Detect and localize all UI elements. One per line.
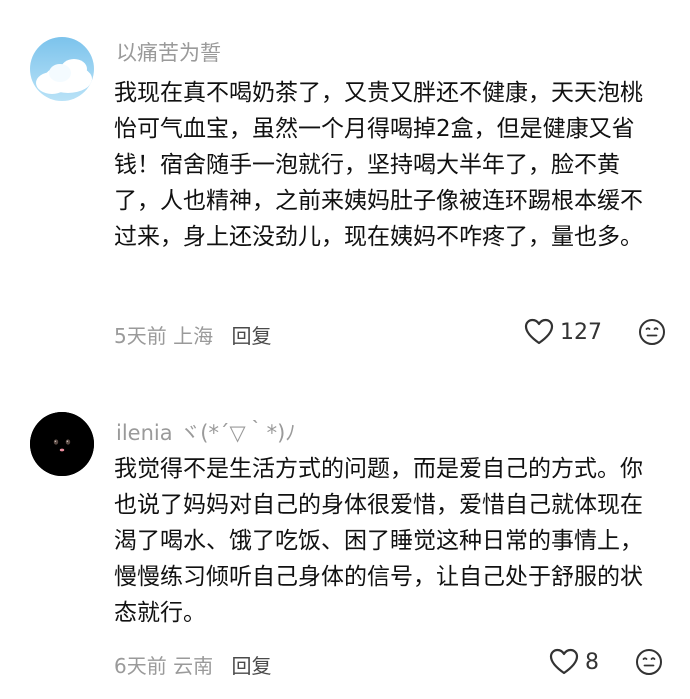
comment-username[interactable]: ilenia ヾ(*´▽｀*)ﾉ (116, 417, 296, 447)
heart-outline-icon (524, 318, 554, 345)
comment-text: 我觉得不是生活方式的问题，而是爱自己的方式。你也说了妈妈对自己的身体很爱惜，爱惜… (114, 456, 643, 626)
cloud-sky-avatar-icon (30, 37, 94, 101)
comment-text: 我现在真不喝奶茶了，又贵又胖还不健康，天天泡桃怡可气血宝，虽然一个月得喝掉2盒，… (114, 80, 643, 250)
comment-time: 6天前 (114, 654, 167, 678)
like-button[interactable]: 127 (524, 318, 602, 346)
reply-button[interactable]: 回复 (231, 324, 271, 348)
comment-item: ilenia ヾ(*´▽｀*)ﾉ 我觉得不是生活方式的问题，而是爱自己的方式。你… (0, 370, 690, 699)
comment-time: 5天前 (114, 324, 167, 348)
like-count: 8 (585, 649, 599, 675)
emoji-reaction-button[interactable] (635, 648, 663, 676)
comment-location: 云南 (173, 654, 214, 678)
like-count: 127 (560, 319, 602, 345)
black-cat-avatar-icon (30, 412, 94, 476)
comment-location: 上海 (173, 324, 214, 348)
like-button[interactable]: 8 (549, 648, 599, 676)
comment-username[interactable]: 以痛苦为誓 (116, 37, 221, 67)
comment-meta: 5天前 上海 回复 (114, 320, 271, 349)
emoji-face-icon (636, 649, 662, 675)
avatar[interactable] (30, 37, 94, 101)
avatar[interactable] (30, 412, 94, 476)
comment-meta: 6天前 云南 回复 (114, 650, 271, 679)
emoji-face-icon (639, 319, 665, 345)
reply-button[interactable]: 回复 (231, 654, 271, 678)
comment-item: 以痛苦为誓 我现在真不喝奶茶了，又贵又胖还不健康，天天泡桃怡可气血宝，虽然一个月… (0, 0, 690, 370)
heart-outline-icon (549, 648, 579, 675)
emoji-reaction-button[interactable] (638, 318, 666, 346)
